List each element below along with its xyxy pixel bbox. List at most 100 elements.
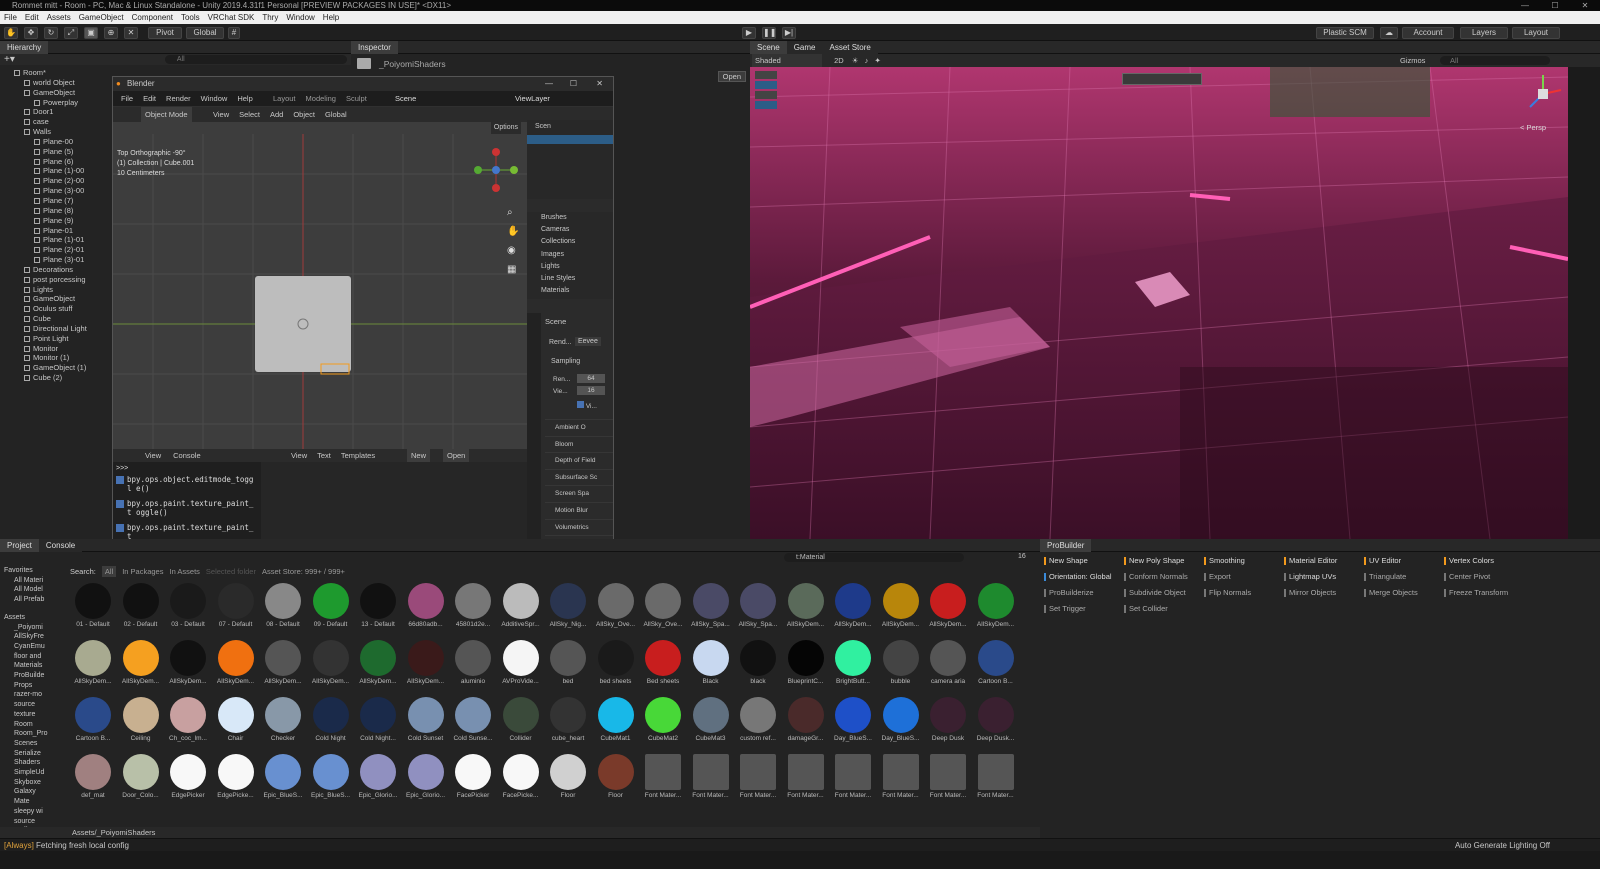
material-asset[interactable]: 03 - Default [167,583,209,628]
assets-folder[interactable]: Room_Pro [4,729,66,739]
render-samples-field[interactable]: 64 [577,374,605,383]
snap-icon[interactable]: # [228,27,240,39]
assets-folder[interactable]: texture [4,710,66,720]
menu-item-1[interactable]: Edit [21,11,43,24]
material-asset[interactable]: Cold Sunset [405,697,447,742]
toggle-2d[interactable]: 2D [834,56,844,65]
material-asset[interactable]: AllSkyDem... [120,640,162,685]
step-button[interactable]: ▶| [782,27,796,39]
material-asset[interactable]: bed [547,640,589,685]
material-asset[interactable]: Cartoon B... [72,697,114,742]
close-icon[interactable]: ✕ [1570,0,1600,11]
filter-selected-folder[interactable]: Selected folder [206,566,256,577]
menu-item-8[interactable]: Window [282,11,318,24]
material-asset[interactable]: 07 - Default [215,583,257,628]
material-asset[interactable]: AdditiveSpr... [500,583,542,628]
material-asset[interactable]: AllSkyDem... [167,640,209,685]
favorites-item[interactable]: All Materi [4,576,66,586]
blender-maximize-icon[interactable]: ☐ [570,77,577,91]
add-icon[interactable]: +▾ [4,54,15,65]
filter-asset-store[interactable]: Asset Store: 999+ / 999+ [262,566,345,577]
outliner-data-item[interactable]: Cameras [541,224,613,236]
properties-section[interactable]: Volumetrics [545,518,613,536]
material-asset[interactable]: AllSky_Spa... [737,583,779,628]
material-asset[interactable]: AllSky_Spa... [690,583,732,628]
material-asset[interactable]: AllSkyDem... [880,583,922,628]
material-asset[interactable]: Chair [215,697,257,742]
properties-section[interactable]: Ambient O [545,419,613,436]
probuilder-action[interactable]: Set Collider [1124,604,1168,614]
menu-item-7[interactable]: Thry [258,11,282,24]
blender-minimize-icon[interactable]: — [545,77,553,91]
outliner-selected-row[interactable] [527,135,613,144]
blender-outliner[interactable]: Scen [527,107,613,199]
material-asset[interactable]: Font Mater... [975,754,1017,799]
probuilder-action[interactable]: Mirror Objects [1284,588,1336,598]
material-asset[interactable]: AllSkyDem... [357,640,399,685]
probuilder-action[interactable]: Lightmap UVs [1284,572,1336,582]
blender-scene-selector[interactable]: Scene [395,91,416,106]
material-asset[interactable]: AllSkyDem... [262,640,304,685]
material-asset[interactable]: camera aria [927,640,969,685]
pause-button[interactable]: ❚❚ [762,27,776,39]
lighting-icon[interactable]: ☀ [852,56,859,65]
tab-project[interactable]: Project [0,539,39,552]
probuilder-action[interactable]: Vertex Colors [1444,556,1494,566]
outliner-data-item[interactable]: Images [541,249,613,261]
properties-section[interactable]: Motion Blur [545,501,613,519]
global-toggle[interactable]: Global [186,27,224,39]
material-asset[interactable]: Epic_BlueS... [262,754,304,799]
material-asset[interactable]: Ch_coc_lm... [167,697,209,742]
project-search[interactable]: t:Material [784,553,964,562]
material-asset[interactable]: 01 - Default [72,583,114,628]
material-asset[interactable]: Epic_BlueS... [310,754,352,799]
minimize-icon[interactable]: — [1510,0,1540,11]
material-asset[interactable]: AllSky_Nig... [547,583,589,628]
material-asset[interactable]: 45801d2e... [452,583,494,628]
probuilder-action[interactable]: Export [1204,572,1231,582]
tab-console[interactable]: Console [38,539,83,552]
assets-folder[interactable]: Shaders [4,758,66,768]
assets-folder[interactable]: _Poiyomi [4,623,66,633]
blender-workspace-tab[interactable]: Sculpt [346,91,367,106]
rotate-tool-icon[interactable]: ↻ [44,27,58,39]
assets-folder[interactable]: ProBuilde [4,671,66,681]
overlay-item[interactable] [755,81,777,89]
material-asset[interactable]: 66d80adb... [405,583,447,628]
blender-3d-viewport[interactable]: Object Mode View Select Add Object Global O… [113,107,527,449]
material-asset[interactable]: CubeMat1 [595,697,637,742]
transform-tool-icon[interactable]: ⊕ [104,27,118,39]
material-asset[interactable]: Epic_Glorio... [405,754,447,799]
blender-mode-dropdown[interactable]: Object Mode [141,107,192,122]
material-asset[interactable]: Font Mater... [880,754,922,799]
probuilder-action[interactable]: New Poly Shape [1124,556,1184,566]
filter-in-packages[interactable]: In Packages [122,566,163,577]
material-asset[interactable]: Font Mater... [642,754,684,799]
material-asset[interactable]: Day_BlueS... [880,697,922,742]
material-asset[interactable]: def_mat [72,754,114,799]
material-asset[interactable]: Bed sheets [642,640,684,685]
effects-icon[interactable]: ✦ [874,56,880,65]
blender-menu-item[interactable]: Window [201,91,228,106]
text-editor-menu[interactable]: Text [317,449,331,462]
outliner-data-item[interactable]: Collections [541,236,613,248]
assets-folder[interactable]: Room [4,720,66,730]
material-asset[interactable]: Cold Night [310,697,352,742]
shading-dropdown[interactable]: Shaded [752,54,822,67]
assets-folder[interactable]: Assets [4,613,66,623]
favorites-item[interactable]: All Prefab [4,595,66,605]
blender-text-editor[interactable]: View Text Templates New Open [261,449,527,552]
material-asset[interactable]: Checker [262,697,304,742]
console-header-menu[interactable]: Console [173,451,201,460]
material-asset[interactable]: Deep Dusk... [975,697,1017,742]
material-asset[interactable]: Font Mater... [927,754,969,799]
probuilder-action[interactable]: Freeze Transform [1444,588,1508,598]
material-asset[interactable]: Door_Colo... [120,754,162,799]
probuilder-action[interactable]: Smoothing [1204,556,1245,566]
probuilder-action[interactable]: Orientation: Global [1044,572,1112,582]
material-asset[interactable]: AllSkyDem... [975,583,1017,628]
overlay-item[interactable] [755,101,777,109]
assets-folder[interactable]: Materials [4,661,66,671]
pan-icon[interactable]: ✋ [507,222,519,241]
material-asset[interactable]: AllSkyDem... [405,640,447,685]
